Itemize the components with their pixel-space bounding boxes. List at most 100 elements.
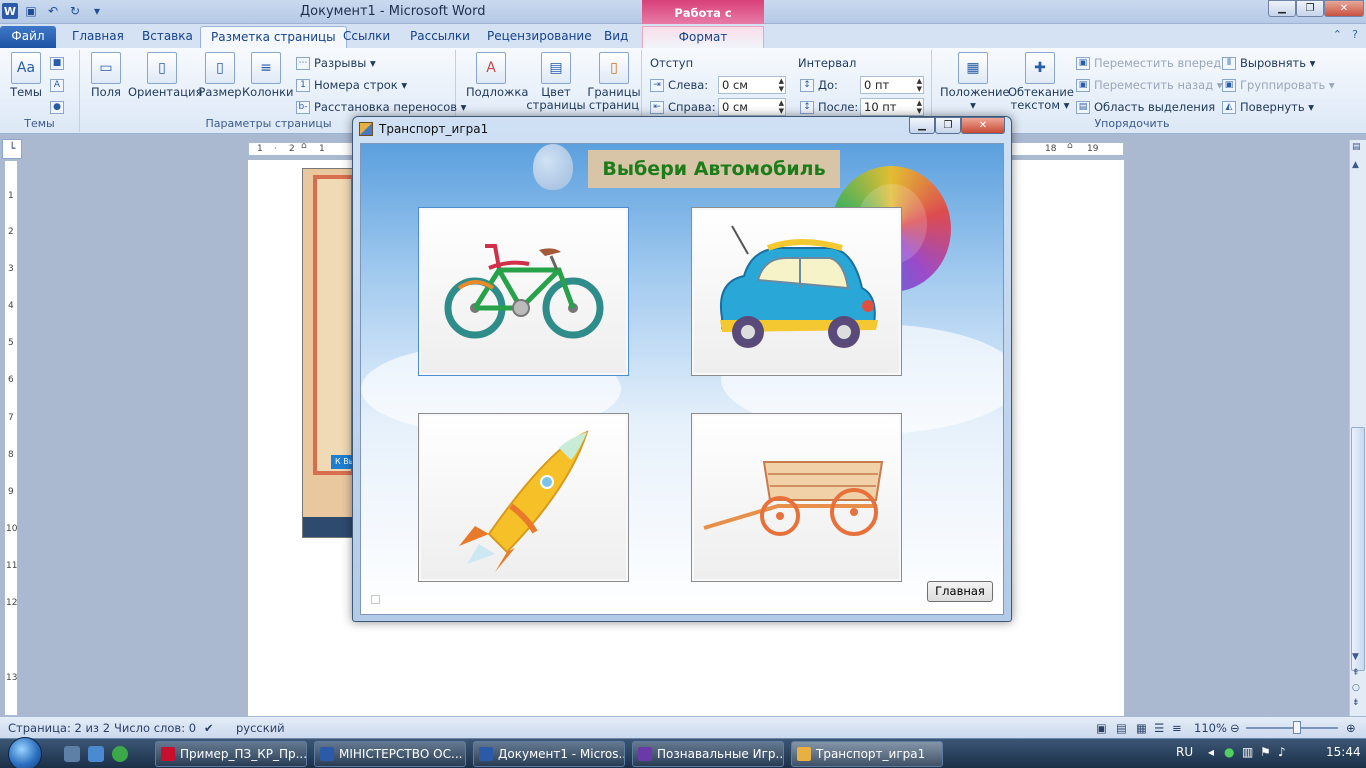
prev-page-icon[interactable]: ⇞	[1352, 668, 1360, 678]
tab-review[interactable]: Рецензирование	[477, 26, 602, 48]
maximize-button[interactable]: ❐	[1296, 0, 1324, 17]
spinner-icon[interactable]: ▲ ▼	[779, 77, 784, 93]
scroll-down-icon[interactable]: ▼	[1352, 652, 1359, 662]
align-button[interactable]: ⫴ Выровнять ▾	[1222, 54, 1315, 72]
action-center-icon[interactable]: ⚑	[1260, 745, 1271, 759]
breaks-button[interactable]: ⋯ Разрывы ▾	[296, 54, 376, 72]
columns-button[interactable]: ≡ Колонки	[242, 52, 294, 99]
spacing-after-field[interactable]: 10 пт ▲ ▼	[860, 98, 924, 116]
spacing-before-field[interactable]: 0 пт ▲ ▼	[860, 76, 924, 94]
redo-icon[interactable]: ↻	[66, 2, 84, 20]
vertical-scrollbar[interactable]: ▤ ▲ ▼ ⇞ ○ ⇟	[1349, 140, 1366, 716]
zoom-level[interactable]: 110%	[1194, 721, 1227, 735]
choice-cart[interactable]	[691, 413, 902, 582]
page-borders-button[interactable]: ▯ Границы страниц	[586, 52, 642, 112]
size-button[interactable]: ▯ Размер	[196, 52, 244, 99]
help-icon[interactable]: ?	[1352, 28, 1358, 41]
tab-references[interactable]: Ссылки	[333, 26, 400, 48]
close-button[interactable]: ✕	[1324, 0, 1364, 17]
page-count[interactable]: Страница: 2 из 2	[8, 721, 110, 735]
input-language[interactable]: RU	[1176, 745, 1193, 759]
clock[interactable]: 15:44	[1326, 745, 1361, 759]
unlabeled-checkbox[interactable]	[371, 595, 380, 604]
selection-pane-button[interactable]: ▤ Область выделения	[1076, 98, 1215, 116]
app-close-button[interactable]: ✕	[961, 117, 1005, 134]
app-icon[interactable]	[359, 122, 373, 136]
tray-expand-icon[interactable]: ◂	[1208, 745, 1214, 759]
next-page-icon[interactable]: ⇟	[1352, 698, 1360, 708]
show-desktop-icon[interactable]	[64, 746, 80, 762]
scroll-thumb[interactable]	[1351, 427, 1365, 671]
choice-car[interactable]	[691, 207, 902, 376]
theme-effects-button[interactable]: ●	[50, 98, 68, 116]
send-backward-button[interactable]: ▣ Переместить назад ▾	[1076, 76, 1223, 94]
tab-insert[interactable]: Вставка	[132, 26, 203, 48]
tab-format[interactable]: Формат	[642, 26, 764, 48]
outline-view-icon[interactable]: ☰	[1154, 721, 1164, 735]
save-icon[interactable]: ▣	[22, 2, 40, 20]
word-app-icon[interactable]: W	[2, 3, 18, 19]
zoom-slider[interactable]	[1246, 727, 1338, 729]
zoom-slider-handle[interactable]	[1293, 721, 1301, 734]
print-layout-view-icon[interactable]: ▣	[1096, 721, 1107, 735]
minimize-button[interactable]: ▁	[1268, 0, 1296, 17]
start-button[interactable]	[8, 737, 42, 768]
network-tray-icon[interactable]: ▥	[1242, 745, 1253, 759]
language-indicator[interactable]: русский	[236, 721, 285, 735]
utorrent-icon[interactable]	[112, 746, 128, 762]
web-layout-view-icon[interactable]: ▦	[1136, 721, 1147, 735]
orientation-button[interactable]: ▯ Ориентация	[128, 52, 202, 99]
tab-home[interactable]: Главная	[62, 26, 134, 48]
scroll-up-icon[interactable]: ▲	[1352, 160, 1359, 170]
choice-bicycle[interactable]	[418, 207, 629, 376]
ruler-toggle-icon[interactable]: ▤	[1352, 142, 1361, 152]
taskbar-item-pdf[interactable]: Пример_ПЗ_КР_Пр...	[155, 741, 307, 767]
rotate-button[interactable]: ◭ Повернуть ▾	[1222, 98, 1314, 116]
theme-fonts-button[interactable]: A	[50, 76, 68, 94]
tab-page-layout[interactable]: Разметка страницы	[200, 26, 347, 48]
word-count[interactable]: Число слов: 0	[114, 721, 196, 735]
line-numbers-button[interactable]: 1 Номера строк ▾	[296, 76, 407, 94]
app-minimize-button[interactable]: ▁	[909, 117, 935, 134]
hyphenation-button[interactable]: b- Расстановка переносов ▾	[296, 98, 466, 116]
taskbar-item-word-ministry[interactable]: МІНІСТЕРСТВО ОС...	[314, 741, 466, 767]
tab-view[interactable]: Вид	[594, 26, 638, 48]
tab-file[interactable]: Файл	[0, 26, 56, 48]
browse-object-icon[interactable]: ○	[1352, 683, 1360, 693]
spinner-icon[interactable]: ▲ ▼	[917, 77, 922, 93]
themes-button[interactable]: Aa Темы	[2, 52, 50, 99]
position-button[interactable]: ▦ Положение ▾	[940, 52, 1010, 112]
minimize-ribbon-icon[interactable]: ⌃	[1333, 28, 1342, 41]
vertical-ruler[interactable]: 1 2 3 4 5 6 7 8 9 10 11 12 13	[4, 160, 18, 716]
wrap-text-button[interactable]: ✚ Обтекание текстом ▾	[1008, 52, 1074, 112]
taskbar-item-transport-game[interactable]: Транспорт_игра1	[791, 741, 943, 767]
taskbar-item-visual-studio[interactable]: Познавальные Игр...	[632, 741, 784, 767]
group-button[interactable]: ▣ Группировать ▾	[1222, 76, 1335, 94]
proofing-icon[interactable]: ✔	[204, 721, 214, 735]
page-color-button[interactable]: ▤ Цвет страницы	[526, 52, 586, 112]
main-menu-button[interactable]: Главная	[927, 581, 993, 602]
indent-left-field[interactable]: 0 см ▲ ▼	[718, 76, 786, 94]
watermark-button[interactable]: A Подложка	[466, 52, 528, 99]
right-indent-marker-icon[interactable]: ⌂	[1067, 141, 1073, 151]
indent-marker-icon[interactable]: ⌂	[301, 141, 307, 151]
theme-colors-button[interactable]: ■	[50, 54, 68, 72]
margins-button[interactable]: ▭ Поля	[82, 52, 130, 99]
explorer-icon[interactable]	[88, 746, 104, 762]
utorrent-tray-icon[interactable]: ●	[1224, 745, 1234, 759]
taskbar-item-word-doc1[interactable]: Документ1 - Micros...	[473, 741, 625, 767]
tab-selector[interactable]: └	[2, 139, 22, 159]
spinner-icon[interactable]: ▲ ▼	[917, 99, 922, 115]
volume-icon[interactable]: ♪	[1278, 745, 1286, 759]
draft-view-icon[interactable]: ≡	[1172, 721, 1182, 735]
indent-right-field[interactable]: 0 см ▲ ▼	[718, 98, 786, 116]
zoom-in-icon[interactable]: ⊕	[1346, 721, 1356, 735]
undo-icon[interactable]: ↶	[44, 2, 62, 20]
customize-qat-icon[interactable]: ▾	[88, 2, 106, 20]
zoom-out-icon[interactable]: ⊖	[1230, 721, 1240, 735]
app-maximize-button[interactable]: ❐	[935, 117, 961, 134]
reading-view-icon[interactable]: ▤	[1116, 721, 1127, 735]
bring-forward-button[interactable]: ▣Переместить вперед ▾	[1076, 54, 1231, 72]
choice-rocket[interactable]	[418, 413, 629, 582]
spinner-icon[interactable]: ▲ ▼	[779, 99, 784, 115]
